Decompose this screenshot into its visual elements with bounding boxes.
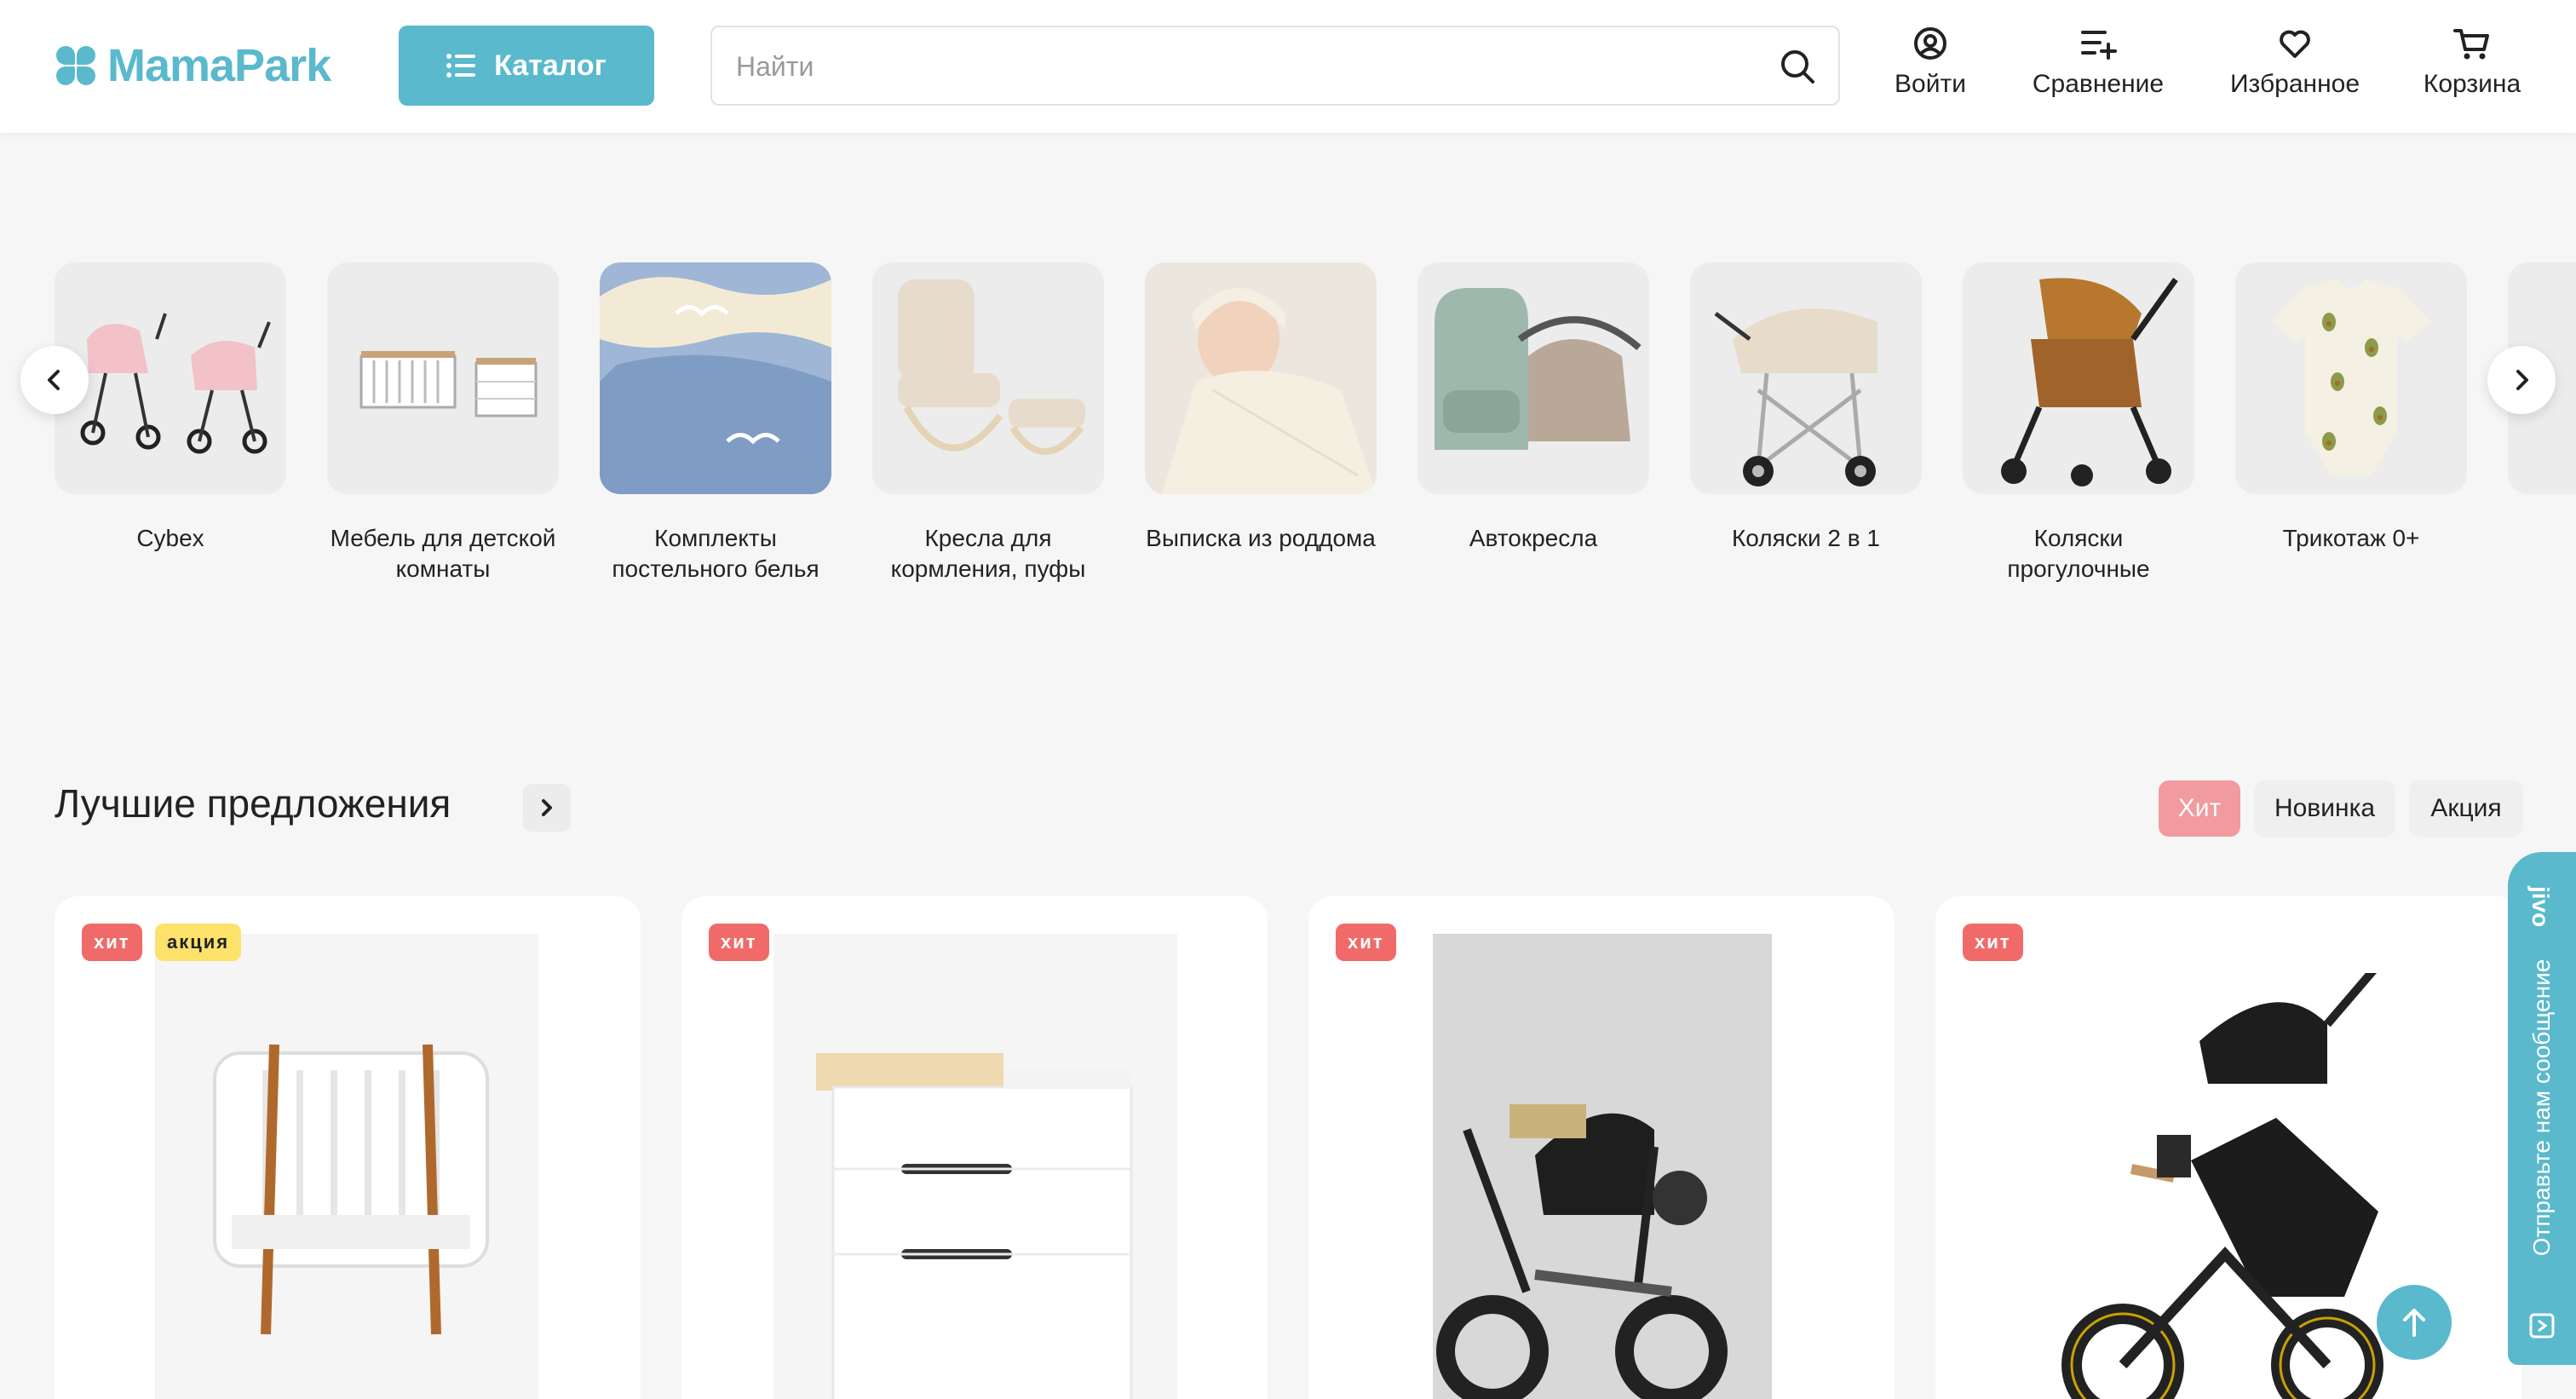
search-input[interactable] xyxy=(736,43,1741,90)
search-box xyxy=(710,26,1840,106)
category-image xyxy=(55,262,286,494)
favorites-label: Избранное xyxy=(2229,70,2360,98)
jivo-label: Отправьте нам сообщение xyxy=(2528,959,2555,1257)
sale-badge: акция xyxy=(155,924,242,961)
jivo-chat-widget[interactable]: jivo Отправьте нам сообщение xyxy=(2508,852,2576,1365)
category-name: Комплекты постельного белья xyxy=(612,525,819,582)
category-image xyxy=(872,262,1104,494)
heart-icon xyxy=(2280,30,2310,58)
category-name: Коляски прогулочные xyxy=(2007,525,2150,582)
jivo-brand: jivo xyxy=(2527,886,2554,928)
slider-next-button[interactable] xyxy=(2487,346,2556,414)
chevron-right-icon xyxy=(2516,370,2528,390)
list-icon xyxy=(446,54,476,78)
logo-text: MamaPark xyxy=(107,40,331,91)
category-item[interactable]: Выписка из роддома xyxy=(1145,262,1377,554)
scroll-to-top-button[interactable] xyxy=(2377,1285,2452,1360)
site-header: MamaPark Каталог Войти Сравнение xyxy=(0,0,2576,133)
category-item[interactable]: Кресла для кормления, пуфы xyxy=(872,262,1104,584)
category-item[interactable]: Комплекты постельного белья xyxy=(600,262,831,584)
product-card[interactable]: хит xyxy=(681,896,1268,1399)
category-name: Коляски 2 в 1 xyxy=(1731,525,1880,551)
section-title: Лучшие предложения xyxy=(55,781,451,826)
compare-icon xyxy=(2081,31,2117,60)
tab-sale[interactable]: Акция xyxy=(2409,780,2523,837)
search-icon[interactable] xyxy=(1779,48,1816,85)
compare-button[interactable]: Сравнение xyxy=(2027,26,2169,99)
hit-badge: хит xyxy=(1336,924,1396,961)
category-image xyxy=(1417,262,1649,494)
cart-label: Корзина xyxy=(2423,70,2521,98)
hit-badge: хит xyxy=(1963,924,2023,961)
category-image xyxy=(327,262,559,494)
product-image xyxy=(773,934,1177,1399)
category-slider: Cybex Мебель для детской комнаты Комплек… xyxy=(0,262,2576,603)
favorites-button[interactable]: Избранное xyxy=(2227,26,2363,99)
compare-label: Сравнение xyxy=(2032,70,2165,98)
product-image xyxy=(1433,934,1772,1399)
category-item[interactable]: Коляски прогулочные xyxy=(1963,262,2194,584)
arrow-up-icon xyxy=(2403,1309,2425,1337)
category-name: Автокресла xyxy=(1469,525,1598,551)
category-item[interactable]: Автокресла xyxy=(1417,262,1649,554)
hit-badge: хит xyxy=(82,924,142,961)
login-label: Войти xyxy=(1895,70,1966,98)
tab-hit[interactable]: Хит xyxy=(2159,780,2240,837)
category-item[interactable]: Cybex xyxy=(55,262,286,554)
logo-icon xyxy=(55,44,97,87)
tab-new[interactable]: Новинка xyxy=(2254,780,2395,837)
cart-button[interactable]: Корзина xyxy=(2423,26,2521,99)
chevron-left-icon xyxy=(48,370,60,390)
cart-icon xyxy=(2453,29,2489,60)
category-item[interactable]: Коляски 2 в 1 xyxy=(1690,262,1922,554)
catalog-label: Каталог xyxy=(494,49,607,82)
category-name: Выписка из роддома xyxy=(1146,525,1376,551)
category-name: Мебель для детской комнаты xyxy=(330,525,556,582)
slider-prev-button[interactable] xyxy=(20,346,89,414)
chevron-right-icon xyxy=(542,799,552,816)
catalog-button[interactable]: Каталог xyxy=(399,26,654,106)
category-name: Кресла для кормления, пуфы xyxy=(890,525,1086,582)
product-image xyxy=(155,934,538,1399)
logo[interactable]: MamaPark xyxy=(55,39,331,92)
category-item[interactable]: Трикотаж 0+ xyxy=(2235,262,2467,554)
section-more-button[interactable] xyxy=(523,784,571,832)
product-card[interactable]: хит xyxy=(1308,896,1895,1399)
category-item[interactable]: Мебель для детской комнаты xyxy=(327,262,559,584)
category-name: Трикотаж 0+ xyxy=(2282,525,2420,551)
login-button[interactable]: Войти xyxy=(1888,26,1973,99)
category-image xyxy=(1963,262,2194,494)
hit-badge: хит xyxy=(709,924,769,961)
category-name: Cybex xyxy=(136,525,204,551)
category-image xyxy=(600,262,831,494)
message-icon xyxy=(2529,1313,2555,1339)
category-image xyxy=(1690,262,1922,494)
product-card[interactable]: хит акция xyxy=(55,896,641,1399)
user-icon xyxy=(1914,27,1946,60)
category-image xyxy=(1145,262,1377,494)
category-image xyxy=(2235,262,2467,494)
